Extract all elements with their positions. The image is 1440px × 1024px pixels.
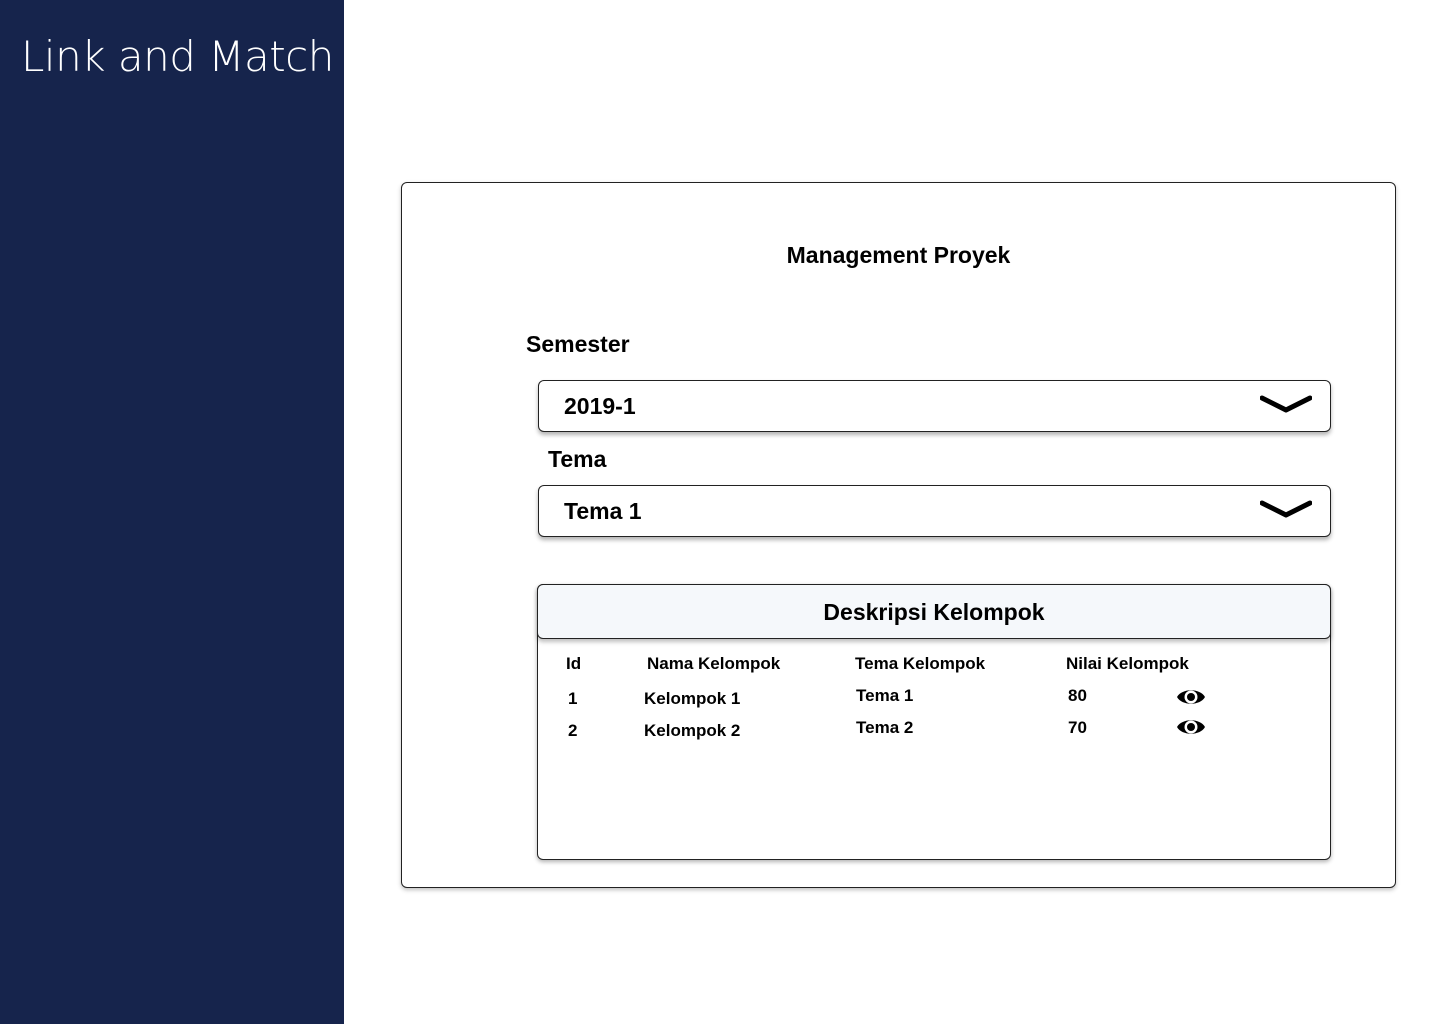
- cell-score: 80: [1068, 686, 1087, 705]
- cell-name: Kelompok 2: [644, 721, 741, 740]
- cell-theme: Tema 1: [856, 686, 914, 705]
- group-description-title: Deskripsi Kelompok: [823, 599, 1045, 625]
- tema-select[interactable]: Tema 1: [538, 485, 1331, 537]
- tema-label: Tema: [548, 446, 607, 472]
- semester-select[interactable]: 2019-1: [538, 380, 1331, 432]
- tema-select-value: Tema 1: [564, 498, 642, 524]
- app-title: Link and Match: [21, 32, 334, 81]
- chevron-down-icon: [1260, 500, 1312, 518]
- cell-id: 2: [568, 721, 578, 740]
- semester-select-value: 2019-1: [564, 393, 636, 419]
- page-title: Management Proyek: [786, 242, 1011, 268]
- eye-icon[interactable]: [1176, 716, 1206, 738]
- sidebar: Link and Match: [0, 0, 344, 1024]
- column-header-score: Nilai Kelompok: [1066, 654, 1189, 673]
- group-description-table: Deskripsi Kelompok Id Nama Kelompok Tema…: [537, 584, 1331, 860]
- column-header-id: Id: [566, 654, 582, 673]
- cell-score: 70: [1068, 718, 1087, 737]
- cell-theme: Tema 2: [856, 718, 914, 737]
- column-header-theme: Tema Kelompok: [855, 654, 986, 673]
- semester-label: Semester: [526, 331, 630, 357]
- group-description-header: Deskripsi Kelompok: [537, 584, 1331, 639]
- cell-name: Kelompok 1: [644, 689, 741, 708]
- column-header-name: Nama Kelompok: [647, 654, 781, 673]
- chevron-down-icon: [1260, 395, 1312, 413]
- cell-id: 1: [568, 689, 578, 708]
- project-management-panel: Management Proyek Semester 2019-1 Tema T…: [401, 182, 1396, 888]
- eye-icon[interactable]: [1176, 686, 1206, 708]
